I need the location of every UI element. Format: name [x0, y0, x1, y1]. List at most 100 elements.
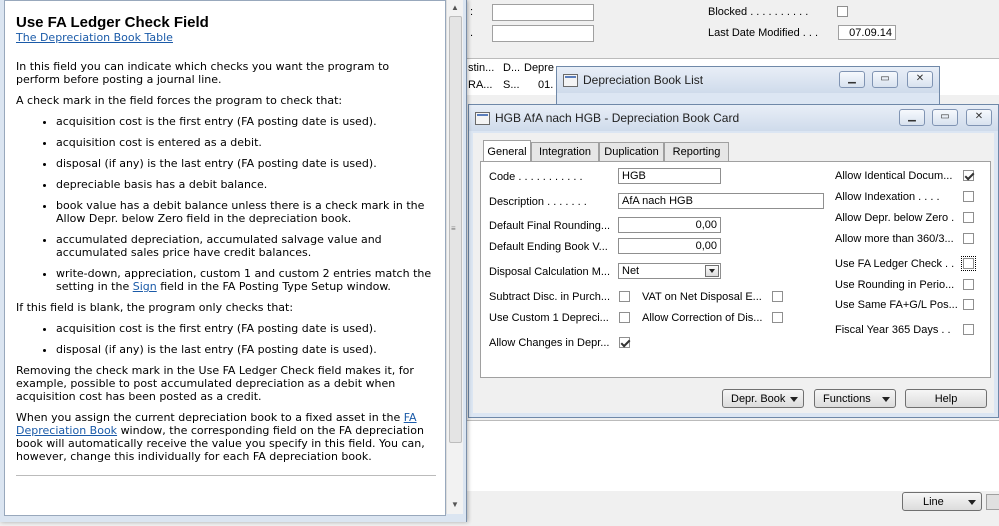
help-title: Use FA Ledger Check Field — [16, 14, 209, 31]
allow-indexation-checkbox[interactable] — [963, 191, 974, 202]
subtract-disc-checkbox[interactable] — [619, 291, 630, 302]
vat-net-disposal-checkbox[interactable] — [772, 291, 783, 302]
scroll-down-icon[interactable]: ▼ — [451, 500, 459, 509]
help-content-pane: Use FA Ledger Check Field The Depreciati… — [4, 0, 446, 516]
bg-field-2[interactable] — [492, 25, 594, 42]
bg-field-1[interactable] — [492, 4, 594, 21]
divider — [16, 475, 436, 476]
blocked-label: Blocked . . . . . . . . . . — [708, 6, 809, 18]
bg-label-dot: : — [470, 6, 474, 18]
general-tab-panel: Code . . . . . . . . . . . HGB Descripti… — [480, 161, 991, 378]
bg-label-dot-2: . — [470, 27, 474, 39]
list-titlebar[interactable]: Depreciation Book List ▁ ▭ ✕ — [557, 67, 939, 93]
default-final-rounding-input[interactable]: 0,00 — [618, 217, 721, 233]
list-item: book value has a debit balance unless th… — [56, 199, 436, 225]
functions-button[interactable]: Functions — [814, 389, 896, 408]
table-cell[interactable]: 01. — [538, 79, 553, 91]
sign-link[interactable]: Sign — [133, 280, 157, 293]
last-modified-field[interactable]: 07.09.14 — [838, 25, 896, 40]
window-icon — [563, 74, 578, 87]
scroll-arrow[interactable] — [986, 494, 999, 510]
description-input[interactable]: AfA nach HGB — [618, 193, 824, 209]
use-fa-ledger-check-checkbox[interactable] — [961, 256, 976, 271]
use-rounding-in-period-label: Use Rounding in Perio... — [835, 279, 955, 291]
bg-lines-area — [466, 420, 999, 491]
depreciation-book-table-link[interactable]: The Depreciation Book Table — [16, 31, 173, 44]
custom1-depreciation-checkbox[interactable] — [619, 312, 630, 323]
default-final-rounding-label: Default Final Rounding... — [489, 220, 611, 232]
vat-net-disposal-label: VAT on Net Disposal E... — [642, 291, 762, 303]
allow-identical-document-label: Allow Identical Docum... — [835, 170, 953, 182]
disposal-calculation-value: Net — [622, 265, 640, 277]
allow-more-than-360-checkbox[interactable] — [963, 233, 974, 244]
list-window-title: Depreciation Book List — [583, 73, 704, 87]
depreciation-book-list-window: Depreciation Book List ▁ ▭ ✕ — [556, 66, 940, 108]
help-paragraph: When you assign the current depreciation… — [16, 411, 425, 463]
line-button[interactable]: Line — [902, 492, 982, 511]
depr-book-button[interactable]: Depr. Book — [722, 389, 804, 408]
last-modified-label: Last Date Modified . . . — [708, 27, 819, 39]
use-rounding-in-period-checkbox[interactable] — [963, 279, 974, 290]
tab-general[interactable]: General — [483, 140, 531, 161]
fiscal-year-365-days-label: Fiscal Year 365 Days . . — [835, 324, 951, 336]
list-item: disposal (if any) is the last entry (FA … — [56, 157, 436, 170]
allow-changes-label: Allow Changes in Depr... — [489, 337, 610, 349]
use-same-fa-gl-posting-label: Use Same FA+G/L Pos... — [835, 299, 958, 311]
help-scrollbar[interactable]: ▲ ≡ ▼ — [446, 0, 463, 514]
scroll-grip-icon: ≡ — [451, 224, 456, 233]
list-item: write-down, appreciation, custom 1 and c… — [56, 267, 436, 293]
minimize-icon[interactable]: ▁ — [899, 109, 925, 126]
blocked-checkbox[interactable] — [837, 6, 848, 17]
help-button[interactable]: Help — [905, 389, 987, 408]
maximize-icon[interactable]: ▭ — [872, 71, 898, 88]
list-item: acquisition cost is the first entry (FA … — [56, 115, 436, 128]
maximize-icon[interactable]: ▭ — [932, 109, 958, 126]
help-body: The Depreciation Book Table In this fiel… — [16, 31, 436, 476]
col-header[interactable]: Depre — [524, 62, 554, 74]
table-cell[interactable]: S... — [503, 79, 520, 91]
help-paragraph: A check mark in the field forces the pro… — [16, 94, 343, 107]
code-input[interactable]: HGB — [618, 168, 721, 184]
disposal-calculation-select[interactable]: Net — [618, 263, 721, 279]
disposal-calculation-label: Disposal Calculation M... — [489, 266, 611, 278]
fiscal-year-365-days-checkbox[interactable] — [963, 324, 974, 335]
help-check-list-2: acquisition cost is the first entry (FA … — [16, 322, 436, 356]
card-window-title: HGB AfA nach HGB - Depreciation Book Car… — [495, 111, 740, 125]
depreciation-book-card-window: HGB AfA nach HGB - Depreciation Book Car… — [468, 104, 999, 418]
default-ending-book-value-input[interactable]: 0,00 — [618, 238, 721, 254]
description-label: Description . . . . . . . — [489, 196, 587, 208]
col-header[interactable]: stin... — [468, 62, 494, 74]
scroll-up-icon[interactable]: ▲ — [451, 3, 459, 12]
allow-depr-below-zero-checkbox[interactable] — [963, 212, 974, 223]
card-client-area: General Integration Duplication Reportin… — [473, 133, 994, 413]
allow-correction-checkbox[interactable] — [772, 312, 783, 323]
help-check-list: acquisition cost is the first entry (FA … — [16, 115, 436, 293]
list-item: depreciable basis has a debit balance. — [56, 178, 436, 191]
minimize-icon[interactable]: ▁ — [839, 71, 865, 88]
allow-indexation-label: Allow Indexation . . . . — [835, 191, 940, 203]
table-cell[interactable]: RA... — [468, 79, 492, 91]
list-item: accumulated depreciation, accumulated sa… — [56, 233, 436, 259]
custom1-depreciation-label: Use Custom 1 Depreci... — [489, 312, 609, 324]
help-window: Use FA Ledger Check Field The Depreciati… — [0, 0, 467, 522]
tab-duplication[interactable]: Duplication — [599, 142, 664, 161]
list-item: acquisition cost is entered as a debit. — [56, 136, 436, 149]
list-item: acquisition cost is the first entry (FA … — [56, 322, 436, 335]
default-ending-book-value-label: Default Ending Book V... — [489, 241, 608, 253]
code-label: Code . . . . . . . . . . . — [489, 171, 583, 183]
close-icon[interactable]: ✕ — [907, 71, 933, 88]
col-header[interactable]: D... — [503, 62, 520, 74]
use-same-fa-gl-posting-checkbox[interactable] — [963, 299, 974, 310]
close-icon[interactable]: ✕ — [966, 109, 992, 126]
allow-changes-checkbox[interactable] — [619, 337, 630, 348]
allow-identical-document-checkbox[interactable] — [963, 170, 974, 181]
subtract-disc-label: Subtract Disc. in Purch... — [489, 291, 611, 303]
allow-correction-label: Allow Correction of Dis... — [642, 312, 763, 324]
allow-more-than-360-label: Allow more than 360/3... — [835, 233, 954, 245]
tab-reporting[interactable]: Reporting — [664, 142, 729, 161]
tab-integration[interactable]: Integration — [531, 142, 599, 161]
chevron-down-icon[interactable] — [705, 265, 719, 277]
help-paragraph: In this field you can indicate which che… — [16, 60, 390, 86]
card-titlebar[interactable]: HGB AfA nach HGB - Depreciation Book Car… — [469, 105, 998, 131]
help-paragraph: If this field is blank, the program only… — [16, 301, 294, 314]
